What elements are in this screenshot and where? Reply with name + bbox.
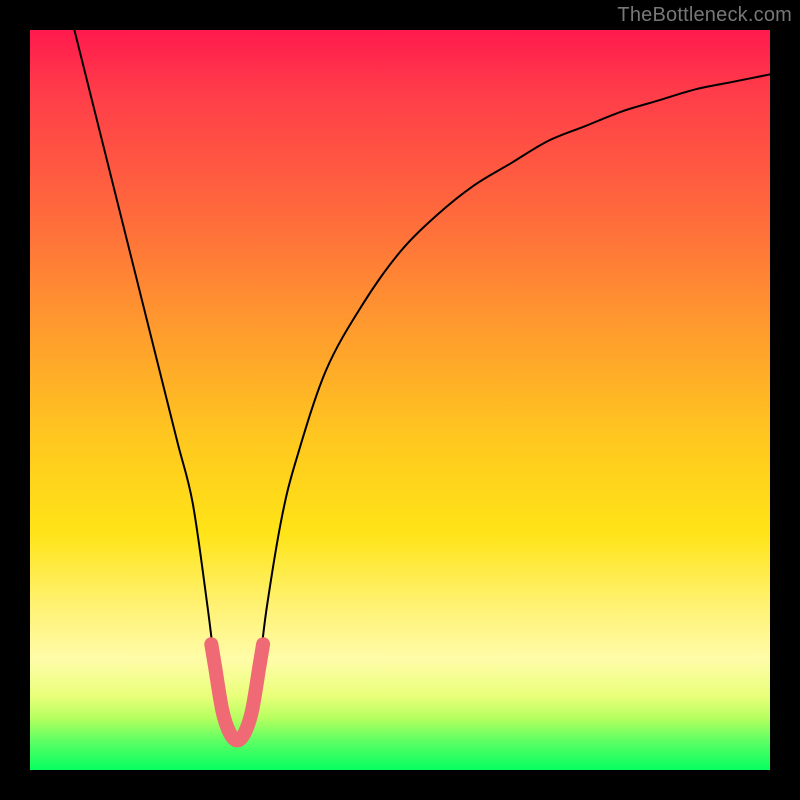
watermark-text: TheBottleneck.com [617, 4, 792, 27]
chart-plot-area [30, 30, 770, 770]
valley-highlight [211, 644, 263, 740]
bottleneck-curve [74, 30, 770, 740]
chart-svg [30, 30, 770, 770]
chart-frame: TheBottleneck.com [0, 0, 800, 800]
